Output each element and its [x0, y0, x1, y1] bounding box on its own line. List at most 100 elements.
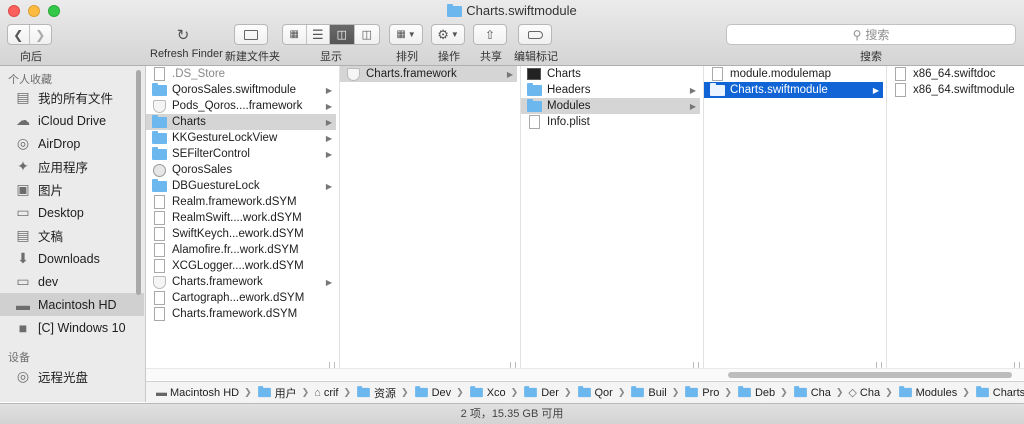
folder-icon	[414, 386, 428, 398]
refresh-button[interactable]: ↻	[172, 26, 194, 44]
file-row[interactable]: KKGestureLockView ▶	[146, 130, 336, 146]
path-crumb[interactable]: ❯ Pro	[667, 386, 720, 399]
action-button[interactable]: ⚙ ▼	[431, 24, 465, 45]
file-name: Charts.framework	[172, 276, 263, 288]
share-button[interactable]: ⇧	[473, 24, 507, 45]
share-icon: ⇧	[484, 27, 496, 42]
sidebar-item[interactable]: ▭ dev	[0, 270, 144, 293]
file-name: Charts	[547, 68, 581, 80]
path-crumb[interactable]: ❯ Xco	[451, 386, 506, 399]
sidebar-item[interactable]: ▣ 图片	[0, 178, 144, 201]
folder-icon	[151, 178, 167, 193]
file-row[interactable]: Charts.framework ▶	[340, 66, 517, 82]
arrange-button[interactable]: ▦ ▼	[389, 24, 423, 45]
file-row[interactable]: Modules ▶	[521, 98, 700, 114]
sidebar-item-label: 图片	[38, 184, 64, 198]
edit-tags-button[interactable]	[518, 24, 552, 45]
folder-icon	[151, 114, 167, 129]
path-crumb-label: Modules	[915, 386, 958, 399]
file-row[interactable]: module.modulemap	[704, 66, 883, 82]
status-text: 2 项，15.35 GB 可用	[460, 408, 564, 420]
chevron-right-icon: ❯	[244, 387, 252, 397]
path-crumb[interactable]: ❯ ⌂ crif	[297, 387, 339, 399]
file-row[interactable]: SEFilterControl ▶	[146, 146, 336, 162]
sidebar-scrollbar[interactable]	[136, 70, 141, 295]
cover-flow-button[interactable]: ◫	[355, 25, 379, 44]
path-crumb-label: Pro	[702, 386, 720, 399]
file-row[interactable]: XCGLogger....work.dSYM	[146, 258, 336, 274]
file-row[interactable]: Charts ▶	[146, 114, 336, 130]
file-row[interactable]: Info.plist	[521, 114, 700, 130]
forward-button[interactable]: ❯	[30, 25, 51, 44]
sidebar-item[interactable]: ▤ 我的所有文件	[0, 86, 144, 109]
path-crumb[interactable]: ❯ Buil	[613, 386, 667, 399]
path-crumb[interactable]: ❯ Qor	[559, 386, 613, 399]
file-row[interactable]: RealmSwift....work.dSYM	[146, 210, 336, 226]
file-row[interactable]: Charts	[521, 66, 700, 82]
optical-disc-icon: ◎	[16, 368, 30, 384]
path-crumb-label: Charts.swiftmodule	[992, 386, 1024, 399]
column-view-button[interactable]: ◫	[330, 25, 355, 44]
disclosure-arrow-icon: ▶	[325, 101, 332, 111]
search-input[interactable]: ⚲ 搜索	[726, 24, 1016, 45]
sidebar-item[interactable]: ⬇ Downloads	[0, 247, 144, 270]
sidebar-item[interactable]: ▭ Desktop	[0, 201, 144, 224]
path-crumb[interactable]: ❯ 资源	[339, 385, 396, 401]
arrange-label: 排列	[396, 51, 418, 63]
path-crumb[interactable]: ❯ Deb	[719, 386, 775, 399]
file-row[interactable]: QorosSales.swiftmodule ▶	[146, 82, 336, 98]
window-title-text: Charts.swiftmodule	[466, 3, 577, 18]
path-crumb[interactable]: ❯ ◇ Cha	[831, 386, 880, 400]
file-name: x86_64.swiftdoc	[913, 68, 996, 80]
path-crumb[interactable]: ❯ 用户	[239, 385, 297, 401]
file-row[interactable]: x86_64.swiftdoc	[887, 66, 1020, 82]
file-row[interactable]: DBGuestureLock ▶	[146, 178, 336, 194]
path-crumb[interactable]: ▬ Macintosh HD	[156, 387, 239, 399]
folder-icon	[357, 386, 370, 398]
horizontal-scroll-thumb[interactable]	[728, 372, 1012, 378]
file-row[interactable]: Alamofire.fr...work.dSYM	[146, 242, 336, 258]
file-row[interactable]: Realm.framework.dSYM	[146, 194, 336, 210]
horizontal-scrollbar[interactable]	[146, 368, 1024, 380]
file-row[interactable]: .DS_Store	[146, 66, 336, 82]
new-folder-button[interactable]	[234, 24, 268, 45]
file-name: XCGLogger....work.dSYM	[172, 260, 304, 272]
file-row[interactable]: Headers ▶	[521, 82, 700, 98]
file-row[interactable]: QorosSales	[146, 162, 336, 178]
cloud-icon: ☁	[16, 112, 30, 128]
sidebar-item[interactable]: ☁ iCloud Drive	[0, 109, 144, 132]
file-row[interactable]: Charts.swiftmodule ▶	[704, 82, 883, 98]
path-crumb[interactable]: ❯ Cha	[775, 386, 831, 399]
sidebar-item-label: AirDrop	[38, 136, 81, 151]
sidebar-item[interactable]: ✦ 应用程序	[0, 155, 144, 178]
file-name: Charts.framework	[366, 68, 457, 80]
sidebar-item-label: Desktop	[38, 205, 84, 220]
file-row[interactable]: Charts.framework ▶	[146, 274, 336, 290]
path-crumb-label: Buil	[648, 386, 667, 399]
list-view-button[interactable]: ☰	[307, 25, 331, 44]
file-row[interactable]: Cartograph...ework.dSYM	[146, 290, 336, 306]
file-row[interactable]: SwiftKeych...ework.dSYM	[146, 226, 336, 242]
path-crumb[interactable]: ❯ Charts.swiftmodule	[957, 386, 1024, 399]
path-crumb[interactable]: ❯ Modules	[880, 386, 958, 399]
sidebar-item[interactable]: ▤ 文稿	[0, 224, 144, 247]
sidebar-item[interactable]: ■ [C] Windows 10	[0, 316, 144, 339]
file-row[interactable]: x86_64.swiftmodule	[887, 82, 1020, 98]
chevron-right-icon: ❯	[962, 387, 970, 397]
disclosure-arrow-icon: ▶	[872, 85, 879, 95]
file-row[interactable]: Charts.framework.dSYM	[146, 306, 336, 322]
chevron-right-icon: ❯	[563, 387, 572, 397]
path-crumb[interactable]: ❯ Dev	[396, 386, 452, 399]
path-crumb-label: 用户	[274, 387, 297, 400]
sidebar-item[interactable]: ◎ AirDrop	[0, 132, 144, 155]
sidebar-item[interactable]: ▬ Macintosh HD	[0, 293, 144, 316]
icon-view-button[interactable]: ▦	[283, 25, 307, 44]
file-name: Modules	[547, 100, 591, 112]
sidebar-item[interactable]: ◎ 远程光盘	[0, 365, 144, 388]
back-button[interactable]: ❮	[8, 25, 30, 44]
window-title: Charts.swiftmodule	[0, 3, 1024, 20]
path-crumb[interactable]: ❯ Der	[506, 386, 559, 399]
file-row[interactable]: Pods_Qoros....framework ▶	[146, 98, 336, 114]
path-crumb-label: Dev	[431, 386, 452, 399]
folder-icon	[709, 82, 725, 97]
